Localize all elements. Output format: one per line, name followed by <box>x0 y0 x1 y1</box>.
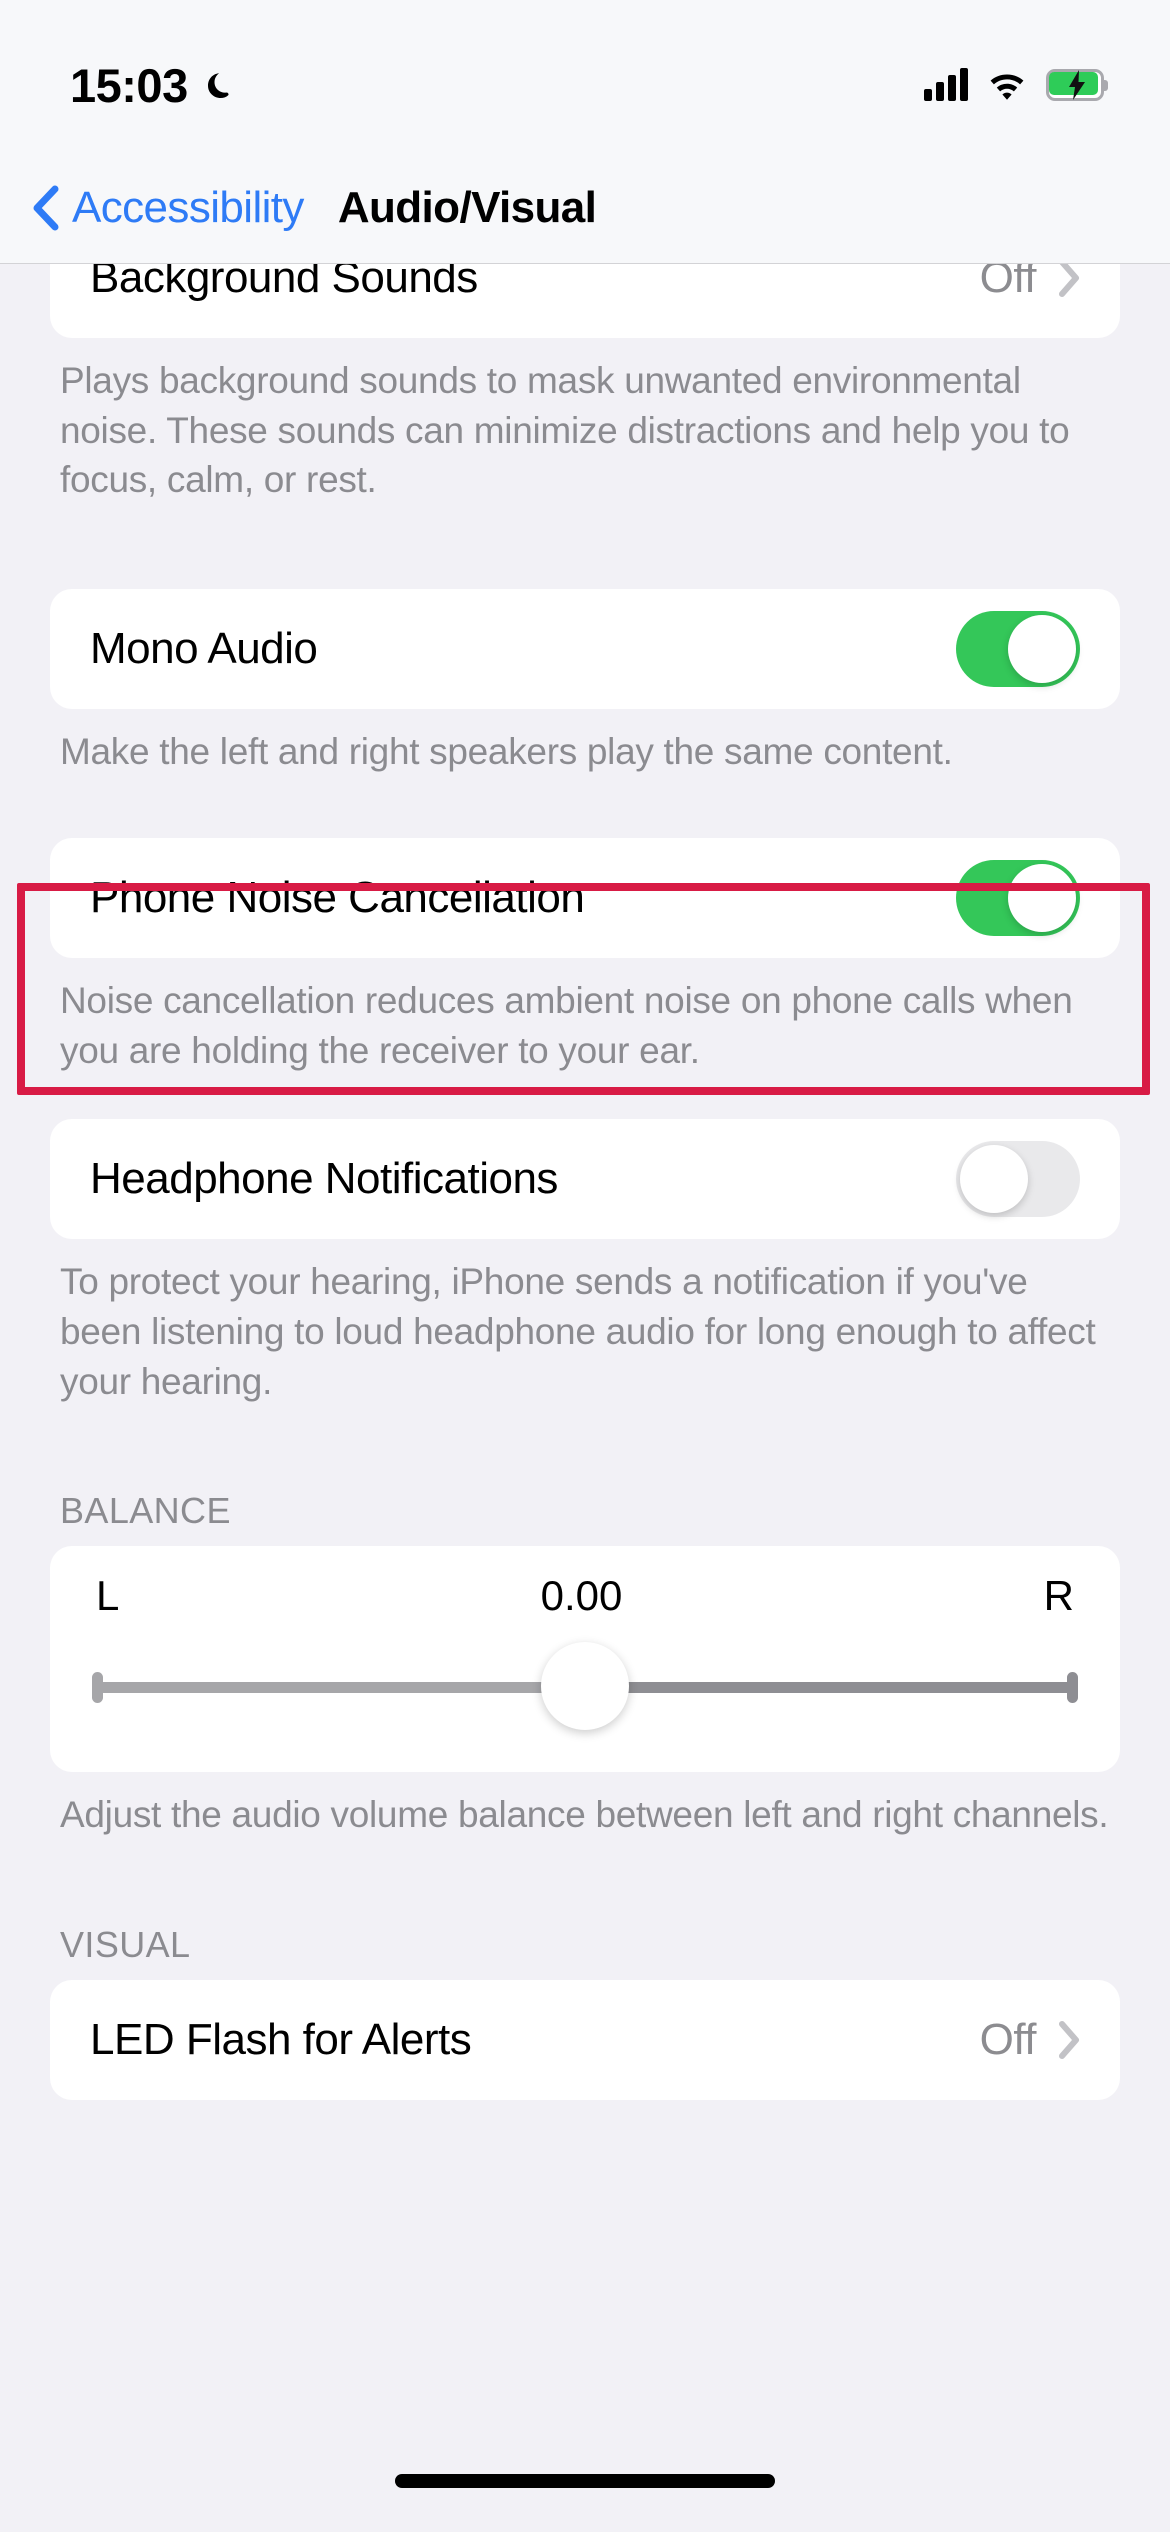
row-headphone-notifications-label: Headphone Notifications <box>90 1154 558 1204</box>
row-mono-audio-label: Mono Audio <box>90 623 318 673</box>
mono-audio-footnote: Make the left and right speakers play th… <box>60 730 953 772</box>
phone-noise-cancellation-footnote: Noise cancellation reduces ambient noise… <box>60 980 1073 1071</box>
row-led-flash-value: Off <box>979 2014 1037 2064</box>
balance-slider-thumb[interactable] <box>541 1642 629 1731</box>
row-phone-noise-cancellation[interactable]: Phone Noise Cancellation <box>50 838 1120 958</box>
row-mono-audio[interactable]: Mono Audio <box>50 589 1120 709</box>
row-headphone-notifications[interactable]: Headphone Notifications <box>50 1119 1120 1239</box>
cellular-signal-icon <box>924 68 968 101</box>
home-indicator[interactable] <box>395 2474 775 2488</box>
row-led-flash-right: Off <box>980 2015 1080 2065</box>
slider-left-cap <box>92 1672 103 1704</box>
settings-scroll-view[interactable]: Background Sounds Off Plays background s… <box>0 218 1170 2404</box>
headphone-notifications-footnote: To protect your hearing, iPhone sends a … <box>60 1261 1096 1402</box>
iphone-screen: 15:03 Accessibility Audio/Visual Backgro… <box>0 0 1170 2532</box>
chevron-right-icon <box>1058 2020 1080 2059</box>
chevron-right-icon <box>1058 259 1080 297</box>
back-button-label: Accessibility <box>72 182 304 232</box>
phone-noise-cancellation-toggle[interactable] <box>956 860 1080 937</box>
phone-noise-cancellation-card: Phone Noise Cancellation <box>50 838 1120 959</box>
navigation-bar: Accessibility Audio/Visual <box>0 152 1170 264</box>
status-bar-left: 15:03 <box>70 58 236 113</box>
wifi-icon <box>986 69 1028 101</box>
balance-right-label: R <box>1043 1572 1074 1620</box>
balance-left-label: L <box>96 1572 120 1620</box>
balance-value: 0.00 <box>540 1572 623 1620</box>
status-bar-clock: 15:03 <box>70 58 188 112</box>
row-led-flash-label: LED Flash for Alerts <box>90 2014 472 2064</box>
balance-section-header: BALANCE <box>60 1490 231 1532</box>
led-flash-card: LED Flash for Alerts Off <box>50 1979 1120 2100</box>
status-bar-right <box>924 68 1108 101</box>
row-phone-noise-cancellation-label: Phone Noise Cancellation <box>90 873 585 923</box>
battery-charging-icon <box>1046 69 1108 101</box>
balance-footnote: Adjust the audio volume balance between … <box>60 1794 1109 1836</box>
balance-slider[interactable] <box>90 1642 1080 1731</box>
crescent-moon-icon <box>202 68 236 102</box>
headphone-notifications-card: Headphone Notifications <box>50 1119 1120 1240</box>
back-button[interactable]: Accessibility <box>28 183 304 233</box>
background-sounds-footnote: Plays background sounds to mask unwanted… <box>60 360 1070 501</box>
visual-section-header: VISUAL <box>60 1923 191 1965</box>
chevron-left-icon <box>28 185 62 231</box>
slider-right-cap <box>1067 1672 1078 1704</box>
page-title: Audio/Visual <box>337 182 597 232</box>
balance-card: L 0.00 R <box>50 1546 1120 1773</box>
headphone-notifications-toggle[interactable] <box>956 1141 1080 1218</box>
balance-labels: L 0.00 R <box>90 1572 1080 1620</box>
mono-audio-card: Mono Audio <box>50 588 1120 709</box>
row-led-flash-for-alerts[interactable]: LED Flash for Alerts Off <box>50 1980 1120 2100</box>
mono-audio-toggle[interactable] <box>956 610 1080 687</box>
status-bar: 15:03 <box>0 0 1170 152</box>
